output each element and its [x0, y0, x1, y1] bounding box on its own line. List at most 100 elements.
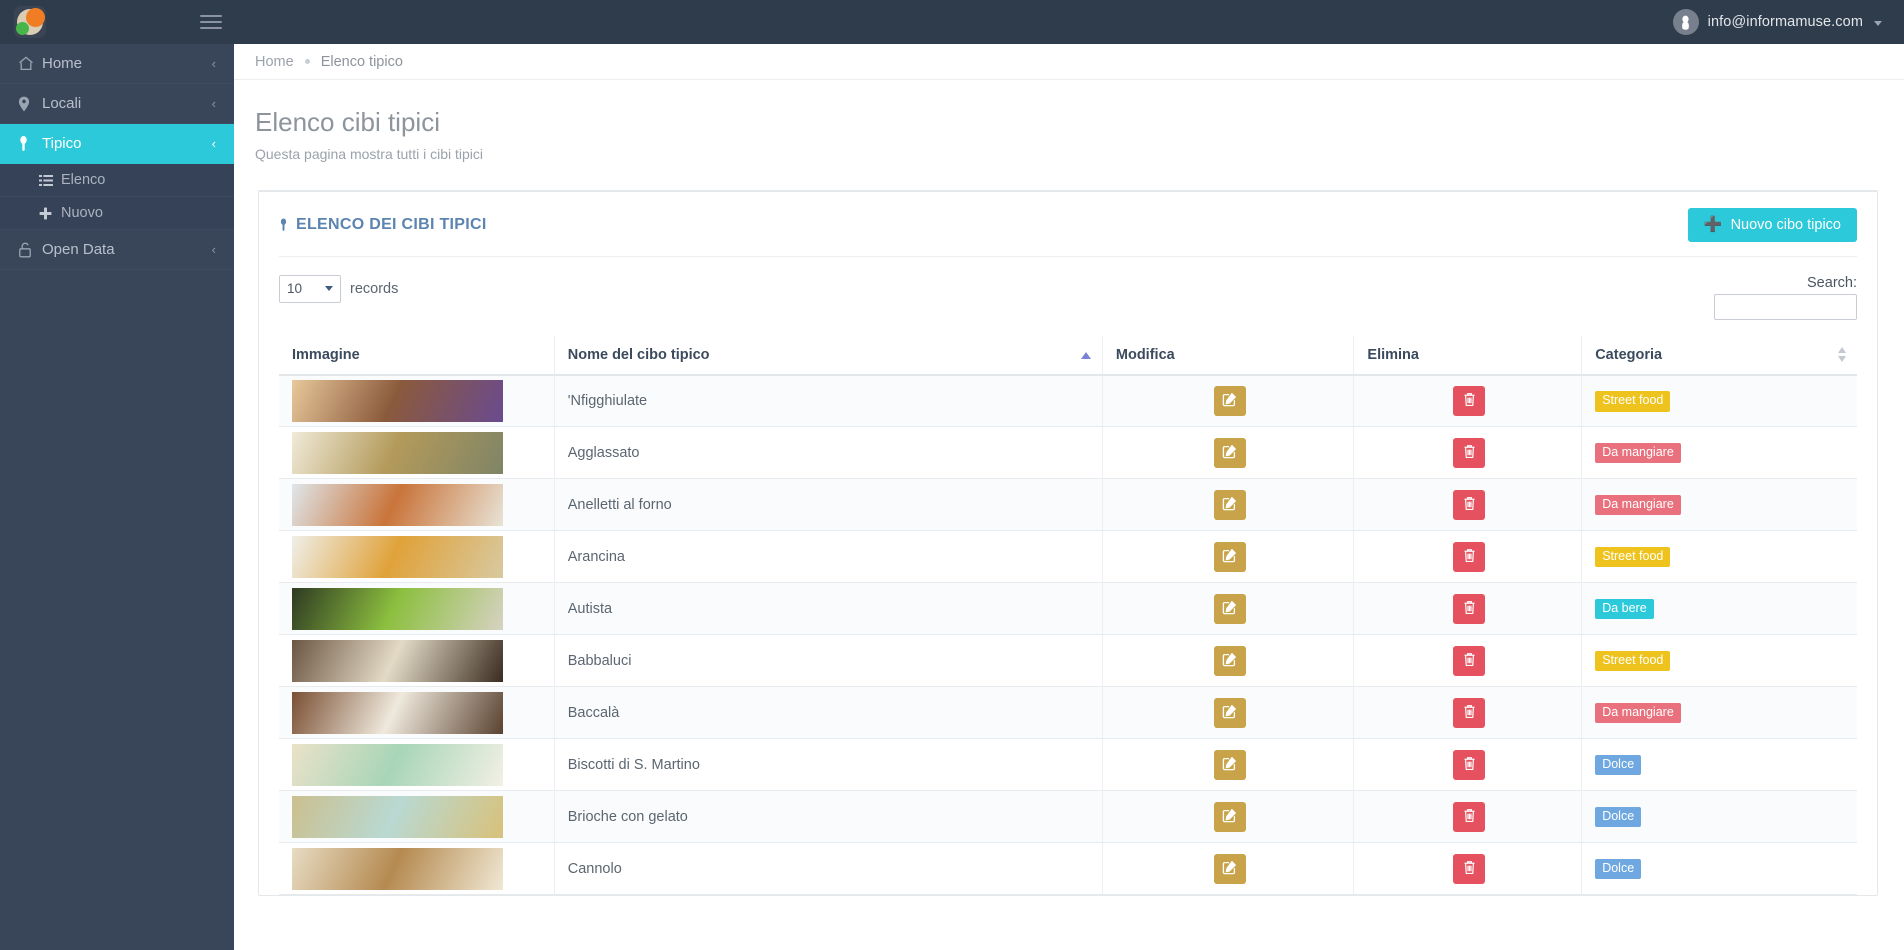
- edit-button[interactable]: [1213, 386, 1246, 417]
- edit-pencil-icon: [1222, 860, 1237, 878]
- cell-modifica: [1101, 686, 1354, 740]
- chevron-left-icon: ‹: [211, 56, 216, 71]
- sidebar-item-locali[interactable]: Locali ‹: [0, 84, 234, 124]
- search-input[interactable]: [1714, 293, 1857, 320]
- column-header-modifica[interactable]: Modifica: [1101, 335, 1354, 376]
- column-header-categoria[interactable]: Categoria: [1581, 335, 1857, 376]
- cell-immagine: [279, 374, 555, 428]
- column-header-nome[interactable]: Nome del cibo tipico: [553, 335, 1103, 376]
- cell-elimina: [1353, 582, 1582, 636]
- food-thumbnail: [292, 431, 503, 474]
- column-header-elimina[interactable]: Elimina: [1353, 335, 1582, 376]
- trash-icon: [1463, 444, 1476, 462]
- delete-button[interactable]: [1453, 749, 1486, 780]
- table-row: Baccalà Da mangiare: [279, 686, 1857, 740]
- cell-nome: Biscotti di S. Martino: [553, 738, 1103, 792]
- table-row: Anelletti al forno Da mangiare: [279, 478, 1857, 532]
- new-typical-food-button[interactable]: ➕ Nuovo cibo tipico: [1687, 207, 1857, 242]
- edit-button[interactable]: [1213, 697, 1246, 728]
- cell-categoria: Da mangiare: [1581, 686, 1857, 740]
- panel-header: ELENCO DEI CIBI TIPICI ➕ Nuovo cibo tipi…: [259, 192, 1877, 256]
- delete-button[interactable]: [1453, 593, 1486, 624]
- panel-title: ELENCO DEI CIBI TIPICI: [279, 216, 487, 234]
- cell-categoria: Da bere: [1581, 582, 1857, 636]
- edit-button[interactable]: [1213, 541, 1246, 572]
- cell-elimina: [1353, 686, 1582, 740]
- edit-button[interactable]: [1213, 801, 1246, 832]
- cell-nome: Cannolo: [553, 842, 1103, 896]
- chevron-down-icon: [325, 286, 333, 292]
- cell-categoria: Dolce: [1581, 790, 1857, 844]
- logo-container[interactable]: [0, 0, 60, 44]
- column-header-immagine[interactable]: Immagine: [279, 335, 555, 376]
- cell-nome: Anelletti al forno: [553, 478, 1103, 532]
- new-typical-food-label: Nuovo cibo tipico: [1730, 216, 1841, 233]
- cell-modifica: [1101, 634, 1354, 688]
- edit-pencil-icon: [1222, 704, 1237, 722]
- search-group: Search:: [1714, 275, 1857, 320]
- delete-button[interactable]: [1453, 437, 1486, 468]
- trash-icon: [1463, 652, 1476, 670]
- category-badge: Street food: [1595, 546, 1671, 568]
- chevron-down-icon[interactable]: [1874, 20, 1882, 26]
- edit-button[interactable]: [1213, 645, 1246, 676]
- cell-elimina: [1353, 530, 1582, 584]
- cell-nome: Brioche con gelato: [553, 790, 1103, 844]
- column-label: Elimina: [1367, 346, 1419, 363]
- delete-button[interactable]: [1453, 801, 1486, 832]
- sidebar-item-home[interactable]: Home ‹: [0, 44, 234, 84]
- food-pin-icon: [18, 135, 42, 152]
- cell-categoria: Dolce: [1581, 842, 1857, 896]
- cell-elimina: [1353, 426, 1582, 480]
- edit-button[interactable]: [1213, 853, 1246, 884]
- table-row: Autista Da bere: [279, 582, 1857, 636]
- table-row: Brioche con gelato Dolce: [279, 790, 1857, 844]
- edit-button[interactable]: [1213, 437, 1246, 468]
- edit-button[interactable]: [1213, 749, 1246, 780]
- delete-button[interactable]: [1453, 853, 1486, 884]
- category-badge: Street food: [1595, 650, 1671, 672]
- hamburger-menu-icon[interactable]: [200, 9, 226, 35]
- chevron-left-icon: ‹: [211, 96, 216, 111]
- category-badge: Da mangiare: [1595, 702, 1681, 724]
- cell-categoria: Street food: [1581, 374, 1857, 428]
- user-menu[interactable]: info@informamuse.com: [1672, 9, 1882, 35]
- sidebar-subitem-elenco[interactable]: Elenco: [0, 164, 234, 197]
- page-length-group: 10 records: [279, 274, 398, 303]
- list-panel: ELENCO DEI CIBI TIPICI ➕ Nuovo cibo tipi…: [258, 189, 1878, 897]
- table-body: 'Nfigghiulate Street food Agglassato Da man…: [279, 374, 1857, 896]
- cell-modifica: [1101, 374, 1354, 428]
- cell-modifica: [1101, 790, 1354, 844]
- table-row: Agglassato Da mangiare: [279, 426, 1857, 480]
- cell-elimina: [1353, 842, 1582, 896]
- plus-icon: [39, 207, 61, 220]
- breadcrumb-separator-icon: [304, 59, 310, 64]
- category-badge: Da bere: [1595, 598, 1654, 620]
- delete-button[interactable]: [1453, 386, 1486, 417]
- cell-nome: Autista: [553, 582, 1103, 636]
- sidebar-item-label: Open Data: [42, 241, 115, 258]
- delete-button[interactable]: [1453, 489, 1486, 520]
- cell-nome: 'Nfigghiulate: [553, 374, 1103, 428]
- delete-button[interactable]: [1453, 645, 1486, 676]
- edit-button[interactable]: [1213, 593, 1246, 624]
- delete-button[interactable]: [1453, 697, 1486, 728]
- page-header: Elenco cibi tipici Questa pagina mostra …: [234, 80, 1904, 162]
- sidebar-item-tipico[interactable]: Tipico ‹: [0, 124, 234, 164]
- map-pin-icon: [18, 96, 42, 112]
- sidebar-subitem-label: Elenco: [61, 172, 106, 188]
- page-length-select[interactable]: 10: [279, 274, 341, 303]
- sidebar-item-open-data[interactable]: Open Data ‹: [0, 230, 234, 270]
- column-label: Modifica: [1115, 346, 1175, 363]
- edit-pencil-icon: [1222, 444, 1237, 462]
- sidebar-subitem-nuovo[interactable]: Nuovo: [0, 197, 234, 230]
- edit-pencil-icon: [1222, 548, 1237, 566]
- delete-button[interactable]: [1453, 541, 1486, 572]
- cell-categoria: Street food: [1581, 634, 1857, 688]
- cell-immagine: [279, 478, 555, 532]
- cell-nome: Agglassato: [553, 426, 1103, 480]
- trash-icon: [1463, 548, 1476, 566]
- cell-modifica: [1101, 478, 1354, 532]
- edit-button[interactable]: [1213, 489, 1246, 520]
- breadcrumb-home[interactable]: Home: [255, 54, 294, 70]
